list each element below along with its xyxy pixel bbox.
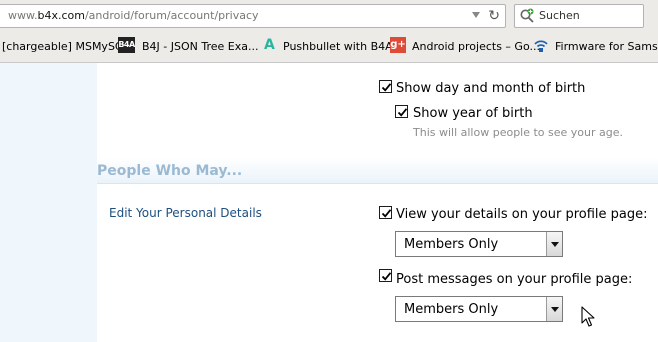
- post-messages-label: Post messages on your profile page:: [396, 272, 633, 287]
- checkmark-icon: [381, 209, 392, 218]
- address-bar[interactable]: www.b4x.com/android/forum/account/privac…: [0, 4, 506, 28]
- show-year-label: Show year of birth: [413, 106, 533, 121]
- view-details-selected-value: Members Only: [404, 237, 499, 252]
- google-plus-icon: g+: [390, 37, 406, 53]
- search-icon: [520, 8, 534, 23]
- b4a-logo-icon: B4A: [118, 37, 135, 53]
- show-day-month-checkbox[interactable]: [379, 80, 392, 93]
- url-text[interactable]: www.b4x.com/android/forum/account/privac…: [8, 9, 259, 22]
- bookmark-firmware[interactable]: Firmware for Samsun: [555, 40, 658, 53]
- url-dropdown-icon[interactable]: [472, 12, 480, 18]
- url-prefix: www.: [8, 9, 38, 22]
- show-year-hint: This will allow people to see your age.: [413, 126, 624, 139]
- edit-personal-details-link[interactable]: Edit Your Personal Details: [109, 206, 262, 220]
- view-details-label: View your details on your profile page:: [396, 207, 648, 222]
- post-messages-checkbox[interactable]: [379, 269, 392, 282]
- view-details-select[interactable]: Members Only: [395, 231, 563, 257]
- url-path: /android/forum/account/privacy: [84, 9, 259, 22]
- checkmark-icon: [381, 272, 392, 281]
- browser-chrome: www.b4x.com/android/forum/account/privac…: [0, 0, 658, 63]
- post-messages-dropdown-button[interactable]: [546, 297, 562, 321]
- mouse-cursor-icon: [581, 306, 595, 327]
- bookmark-msmysql[interactable]: [chargeable] MSMySQL: [2, 40, 130, 53]
- wifi-icon: [534, 40, 548, 52]
- show-day-month-label: Show day and month of birth: [396, 81, 586, 96]
- checkmark-icon: [381, 83, 392, 92]
- bookmarks-toolbar: [chargeable] MSMySQL B4A B4J - JSON Tree…: [0, 34, 658, 60]
- view-details-checkbox[interactable]: [379, 206, 392, 219]
- post-messages-select[interactable]: Members Only: [395, 296, 563, 322]
- view-details-dropdown-button[interactable]: [546, 232, 562, 256]
- bookmark-android-projects[interactable]: Android projects – Go...: [412, 40, 540, 53]
- show-year-checkbox[interactable]: [395, 105, 408, 118]
- reload-icon[interactable]: ↻: [488, 7, 500, 25]
- chevron-down-icon: [551, 242, 559, 247]
- search-bar[interactable]: Suchen: [514, 4, 644, 28]
- bookmark-json-tree[interactable]: B4J - JSON Tree Exa...: [142, 40, 258, 53]
- search-input[interactable]: Suchen: [539, 9, 580, 22]
- checkmark-icon: [397, 108, 408, 117]
- url-host: b4x.com: [37, 9, 85, 22]
- post-messages-selected-value: Members Only: [404, 302, 499, 317]
- bookmark-pushbullet[interactable]: Pushbullet with B4A?: [283, 40, 399, 53]
- pushbullet-icon: A: [264, 37, 275, 53]
- section-title: People Who May...: [97, 163, 243, 179]
- privacy-settings-panel: [97, 63, 658, 342]
- chevron-down-icon: [551, 307, 559, 312]
- section-header: People Who May...: [97, 158, 658, 184]
